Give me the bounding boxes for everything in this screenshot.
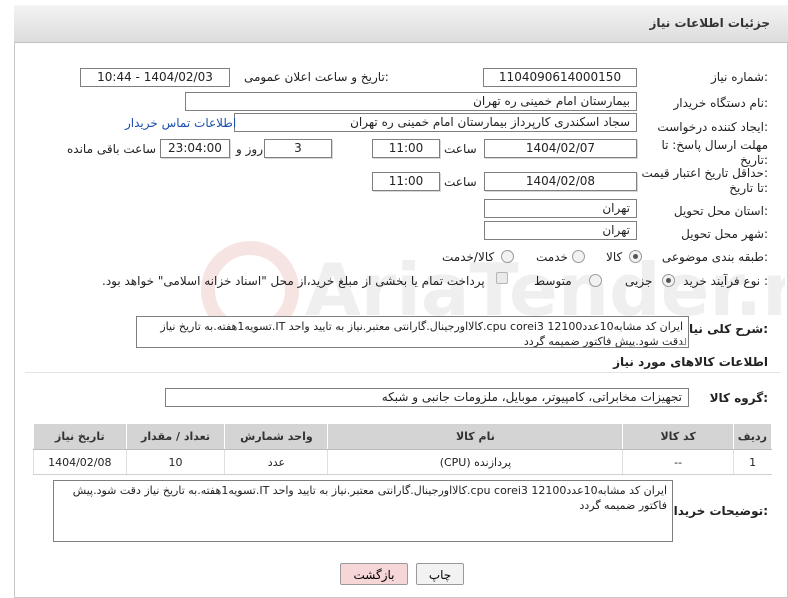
process-label: نوع فرآیند خرید : (683, 274, 768, 288)
cell-need-date: 1404/02/08 (33, 449, 127, 475)
deadline-time-label: ساعت (444, 142, 477, 156)
cell-unit: عدد (224, 449, 328, 475)
resize-handle-icon[interactable] (679, 338, 686, 345)
buyer-org-label: نام دستگاه خریدار: (673, 96, 769, 110)
province-label: استان محل تحویل: (673, 204, 768, 218)
col-header-need-date: تاریخ نیاز (33, 423, 127, 450)
province-field: تهران (484, 199, 637, 218)
table-header-row: ردیف کد کالا نام کالا واحد شمارش تعداد /… (33, 423, 773, 450)
goods-group-field: تجهیزات مخابراتی، کامپیوتر، موبایل، ملزو… (165, 388, 689, 407)
min-price-label-line2: تا تاریخ: (729, 181, 768, 195)
category-option-service: خدمت (536, 250, 568, 264)
category-radio-service[interactable] (572, 250, 585, 263)
cell-quantity: 10 (125, 449, 225, 475)
category-radio-goods[interactable] (629, 250, 642, 263)
days-remaining-field: 3 (264, 139, 332, 158)
buyer-notes-textarea[interactable]: ایران کد مشابه10عددcpu corei3 12100.کالا… (53, 480, 673, 542)
treasury-payment-checkbox[interactable] (496, 272, 508, 284)
section-divider (25, 372, 780, 373)
buyer-notes-text: ایران کد مشابه10عددcpu corei3 12100.کالا… (72, 484, 667, 512)
process-radio-minor[interactable] (662, 274, 675, 287)
print-button[interactable]: چاپ (416, 563, 464, 585)
back-button[interactable]: بازگشت (340, 563, 408, 585)
category-radio-goods-service[interactable] (501, 250, 514, 263)
buyer-contact-link[interactable]: اطلاعات تماس خریدار (125, 116, 236, 130)
goods-table: ردیف کد کالا نام کالا واحد شمارش تعداد /… (33, 423, 773, 475)
general-desc-label: شرح کلی نیاز: (682, 322, 768, 336)
col-header-goods-name: نام کالا (327, 423, 624, 450)
min-price-time-field: 11:00 (372, 172, 440, 191)
process-option-medium: متوسط (534, 274, 572, 288)
page-title: جزئیات اطلاعات نیاز (649, 16, 770, 30)
category-option-goods-service: کالا/خدمت (442, 250, 495, 264)
col-header-goods-code: کد کالا (622, 423, 734, 450)
min-price-date-field: 1404/02/08 (484, 172, 637, 191)
table-row: 1 -- پردازنده (CPU) عدد 10 1404/02/08 (33, 449, 772, 475)
cell-goods-name: پردازنده (CPU) (327, 449, 623, 475)
cell-row-number: 1 (732, 449, 772, 475)
buyer-org-field: بیمارستان امام خمینی ره تهران (185, 92, 637, 111)
creator-field: سجاد اسکندری کارپرداز بیمارستان امام خمی… (234, 113, 637, 132)
treasury-payment-note: پرداخت تمام یا بخشی از مبلغ خرید،از محل … (102, 274, 485, 288)
remaining-time-field: 23:04:00 (160, 139, 230, 158)
city-field: تهران (484, 221, 637, 240)
days-label: روز و (236, 142, 263, 156)
process-option-minor: جزیی (625, 274, 653, 288)
general-desc-text: ایران کد مشابه10عددcpu corei3 12100.کالا… (160, 320, 683, 348)
deadline-date-field: 1404/02/07 (484, 139, 637, 158)
col-header-row-number: ردیف (732, 423, 773, 450)
goods-section-title: اطلاعات کالاهای مورد نیاز (613, 355, 768, 369)
category-option-goods: کالا (606, 250, 623, 264)
deadline-label-line1: مهلت ارسال پاسخ: تا (661, 138, 768, 152)
goods-group-label: گروه کالا: (709, 391, 768, 405)
deadline-label-line2: تاریخ: (740, 153, 768, 167)
deadline-time-field: 11:00 (372, 139, 440, 158)
need-number-label: شماره نیاز: (710, 70, 768, 84)
announce-label: تاریخ و ساعت اعلان عمومی: (244, 70, 389, 84)
cell-goods-code: -- (622, 449, 734, 475)
process-radio-medium[interactable] (589, 274, 602, 287)
need-number-field: 1104090614000150 (483, 68, 637, 87)
category-label: طبقه بندی موضوعی: (661, 250, 768, 264)
buyer-notes-label: توضیحات خریدار: (666, 504, 768, 518)
creator-label: ایجاد کننده درخواست: (657, 120, 768, 134)
general-desc-textarea[interactable]: ایران کد مشابه10عددcpu corei3 12100.کالا… (136, 316, 689, 348)
min-price-label-line1: حداقل تاریخ اعتبار قیمت: (641, 166, 768, 180)
announce-field: 1404/02/03 - 10:44 (80, 68, 230, 87)
city-label: شهر محل تحویل: (681, 227, 768, 241)
page-header: جزئیات اطلاعات نیاز (14, 5, 788, 43)
col-header-unit: واحد شمارش (224, 423, 329, 450)
remaining-time-label: ساعت باقی مانده (67, 142, 157, 156)
col-header-quantity: تعداد / مقدار (125, 423, 226, 450)
min-price-time-label: ساعت (444, 175, 477, 189)
